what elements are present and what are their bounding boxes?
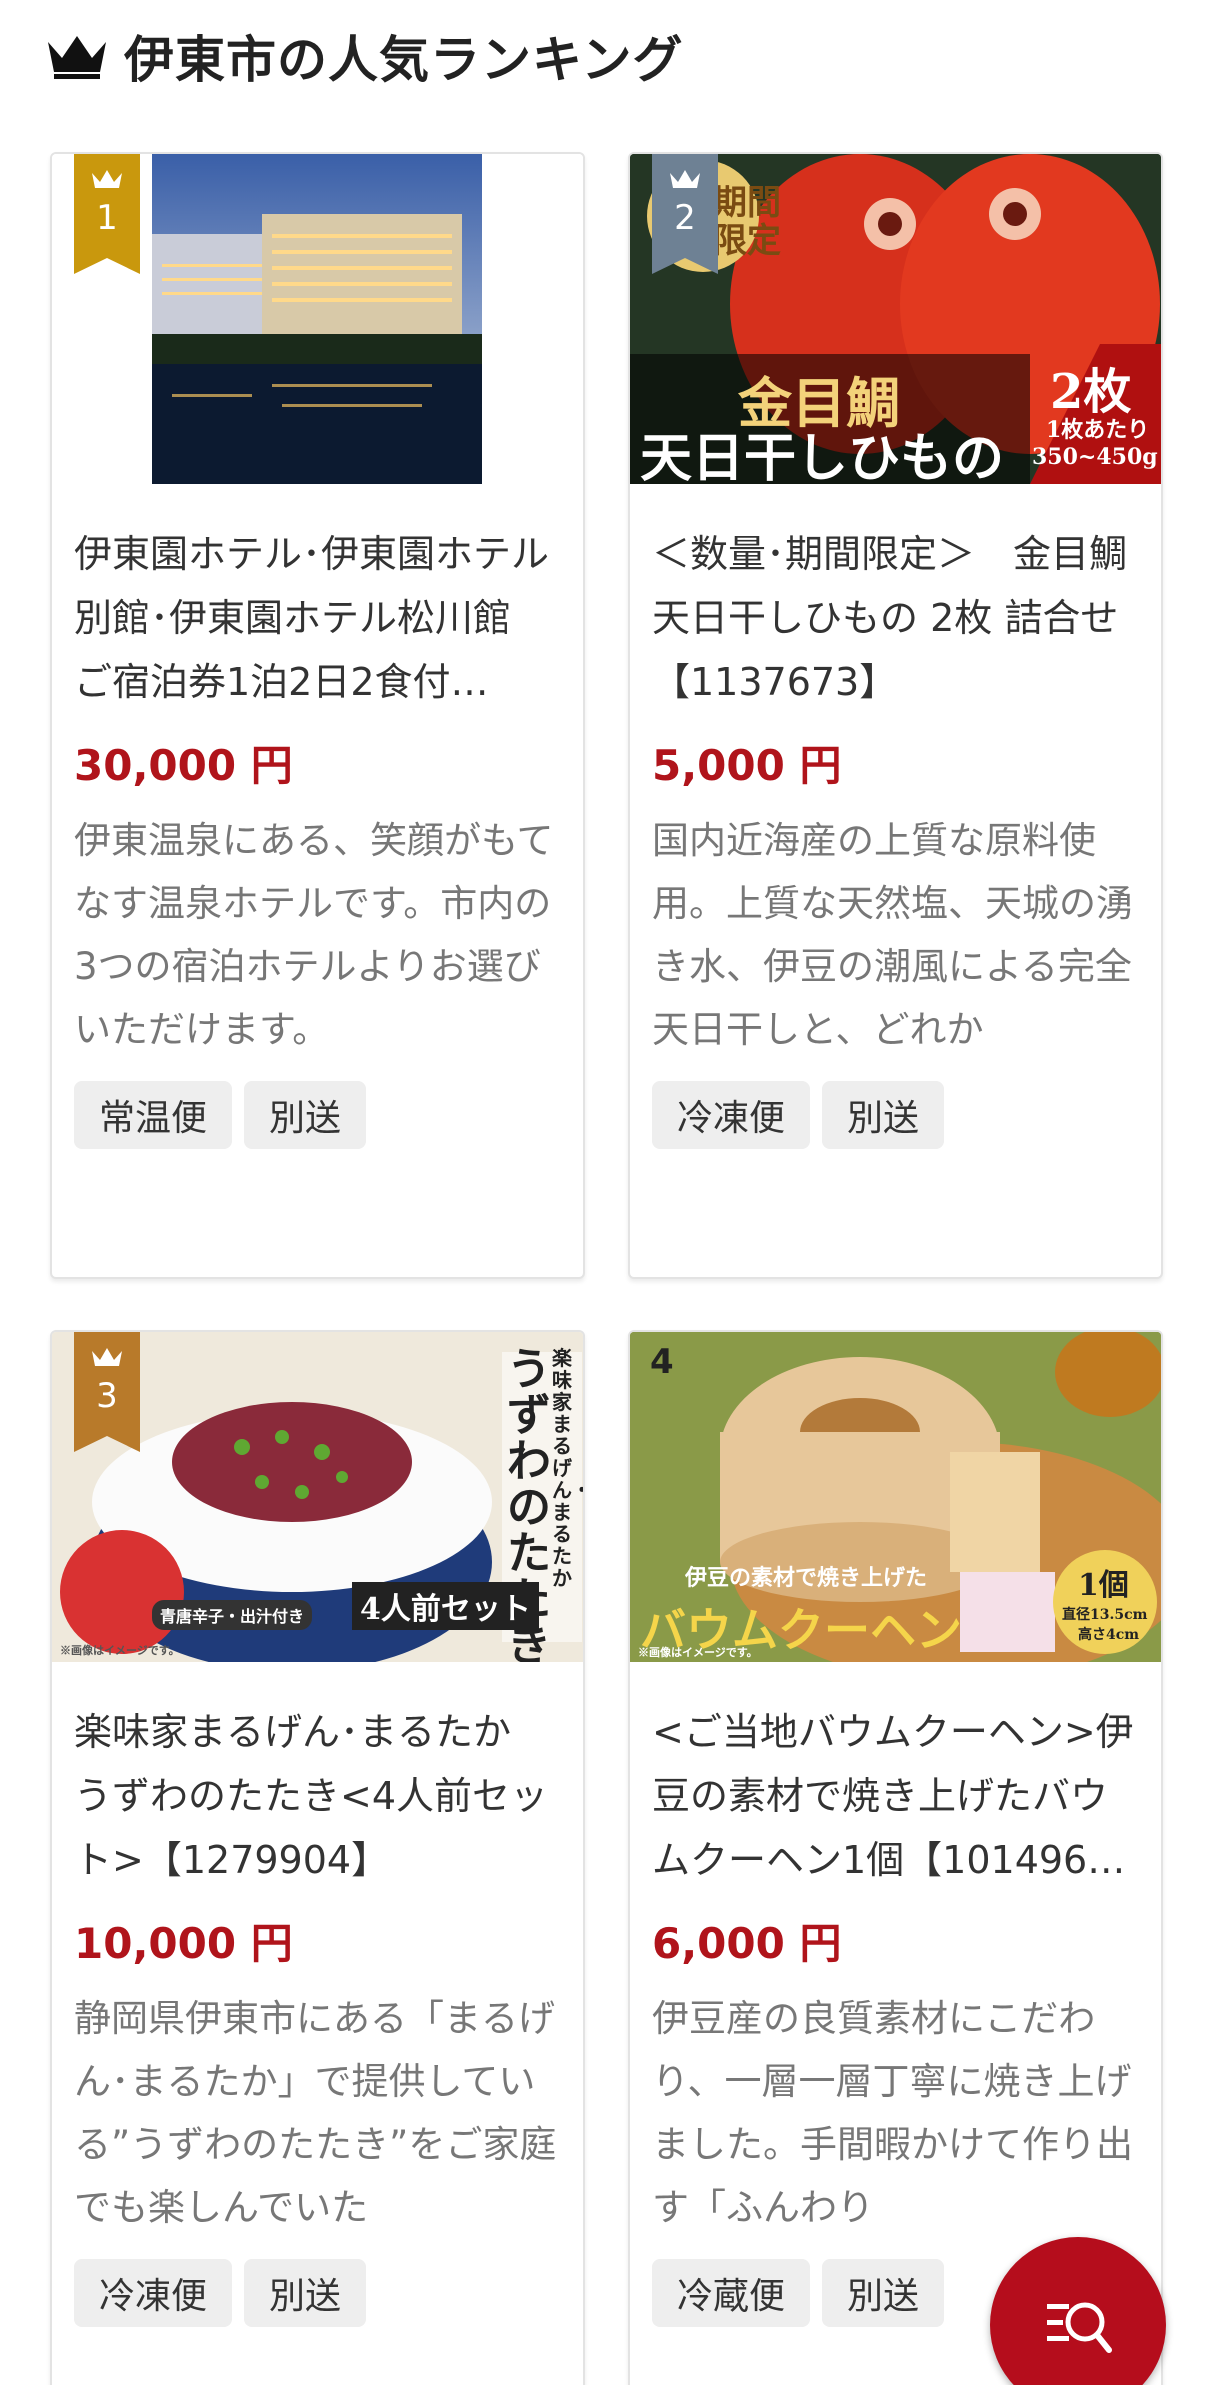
image-size2-text: 高さ4cm bbox=[1078, 1627, 1140, 1643]
product-description: 国内近海産の上質な原料使用。上質な天然塩、天城の湧き水、伊豆の潮風による完全天日… bbox=[652, 819, 1133, 1051]
product-name[interactable]: 伊東園ホテル･伊東園ホテル別館･伊東園ホテル松川館 ご宿泊券1泊2日2食付… bbox=[74, 522, 561, 714]
image-size1-text: 直径13.5cm bbox=[1062, 1607, 1148, 1623]
product-description: 伊豆産の良質素材にこだわり、一層一層丁寧に焼き上げました。手間暇かけて作り出す「… bbox=[652, 1997, 1133, 2229]
image-brand-text: 楽味家まるげん・まるたか bbox=[552, 1346, 583, 1590]
image-side-text: 青唐辛子・出汁付き bbox=[152, 1600, 313, 1630]
image-note-text: ※画像はイメージです。 bbox=[60, 1644, 180, 1657]
image-weight-text: 350~450g bbox=[1032, 444, 1158, 470]
image-note-text: ※画像はイメージです。 bbox=[638, 1646, 758, 1659]
shipping-tag: 冷凍便 bbox=[74, 2259, 233, 2327]
page-title: 伊東市の人気ランキング bbox=[124, 31, 684, 89]
section-header: 伊東市の人気ランキング bbox=[46, 18, 684, 94]
product-card-4[interactable]: 4 伊豆の素材で焼き上げた バウムクーヘン 1個 直径13.5cm 高さ4cm … bbox=[628, 1330, 1163, 2385]
crown-icon bbox=[670, 170, 700, 188]
image-per-text: 1枚あたり bbox=[1046, 417, 1150, 443]
crown-icon bbox=[92, 1348, 122, 1366]
product-price: 5,000 円 bbox=[652, 741, 842, 790]
delivery-tag: 別送 bbox=[244, 2259, 367, 2327]
product-card-3[interactable]: 楽味家まるげん・まるたか うずわのたたき 4人前セット 青唐辛子・出汁付き ※画… bbox=[50, 1330, 585, 2385]
image-subtitle-text: 伊豆の素材で焼き上げた bbox=[685, 1565, 928, 1591]
product-price: 10,000 円 bbox=[74, 1919, 293, 1968]
shipping-tag: 常温便 bbox=[74, 1081, 233, 1149]
rank-badge: 2 bbox=[652, 154, 718, 274]
tag-list: 冷凍便 別送 bbox=[74, 2259, 561, 2327]
delivery-tag: 別送 bbox=[822, 1081, 945, 1149]
image-subtitle-text: 天日干しひもの bbox=[640, 428, 1005, 484]
tag-list: 常温便 別送 bbox=[74, 1081, 561, 1149]
product-price: 30,000 円 bbox=[74, 741, 293, 790]
product-price: 6,000 円 bbox=[652, 1919, 842, 1968]
rank-badge: 1 bbox=[74, 154, 140, 274]
delivery-tag: 別送 bbox=[822, 2259, 945, 2327]
product-card-1[interactable]: 1 伊東園ホテル･伊東園ホテル別館･伊東園ホテル松川館 ご宿泊券1泊2日2食付…… bbox=[50, 152, 585, 1279]
rank-number: 4 bbox=[650, 1342, 674, 1382]
product-description: 伊東温泉にある、笑顔がもてなす温泉ホテルです。市内の3つの宿泊ホテルよりお選びい… bbox=[74, 819, 554, 1051]
product-name[interactable]: 楽味家まるげん･まるたか うずわのたたき<4人前セット>【1279904】 bbox=[74, 1700, 561, 1892]
product-image[interactable]: 4 伊豆の素材で焼き上げた バウムクーヘン 1個 直径13.5cm 高さ4cm … bbox=[630, 1332, 1161, 1662]
shipping-tag: 冷蔵便 bbox=[652, 2259, 811, 2327]
crown-icon bbox=[48, 36, 106, 79]
rank-badge: 3 bbox=[74, 1332, 140, 1452]
rank-number: 1 bbox=[96, 198, 118, 238]
rank-number: 3 bbox=[96, 1376, 118, 1416]
product-name[interactable]: ＜数量･期間限定＞ 金目鯛 天日干しひもの 2枚 詰合せ【1137673】 bbox=[652, 522, 1139, 714]
tag-list: 冷凍便 別送 bbox=[652, 1081, 1139, 1149]
rank-number: 2 bbox=[674, 198, 696, 238]
product-description: 静岡県伊東市にある「まるげん･まるたか」で提供している”うずわのたたき”をご家庭… bbox=[74, 1997, 557, 2229]
search-list-icon bbox=[1047, 2302, 1112, 2353]
delivery-tag: 別送 bbox=[244, 1081, 367, 1149]
shipping-tag: 冷凍便 bbox=[652, 1081, 811, 1149]
product-name[interactable]: <ご当地バウムクーヘン>伊豆の素材で焼き上げたバウムクーヘン1個【101496… bbox=[652, 1700, 1139, 1892]
crown-icon bbox=[92, 170, 122, 188]
product-card-2[interactable]: 期間限定 金目鯛 天日干しひもの 2枚 1枚あたり 350~450g 2 ＜数量… bbox=[628, 152, 1163, 1279]
image-count-text: 1個 bbox=[1078, 1568, 1129, 1603]
image-set-text: 4人前セット bbox=[352, 1582, 539, 1630]
